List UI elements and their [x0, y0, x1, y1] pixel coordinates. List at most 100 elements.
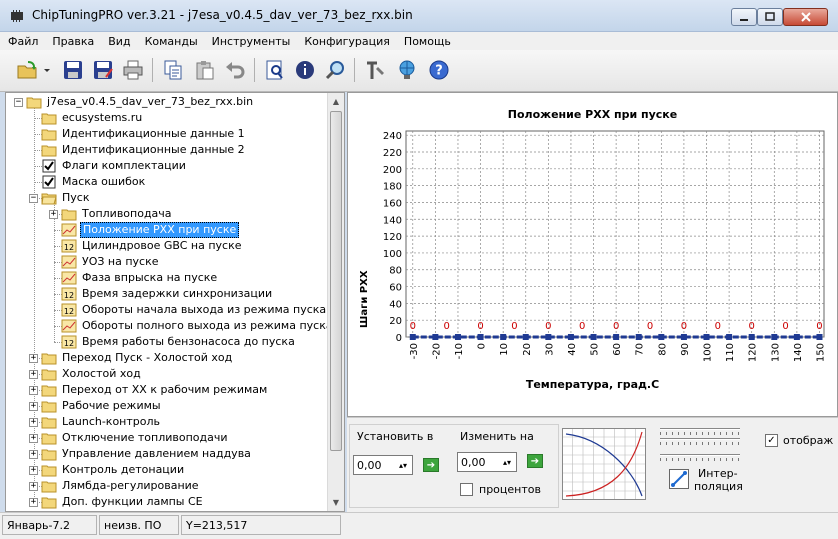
- interp-slider-2[interactable]: [660, 434, 740, 445]
- scroll-down-icon[interactable]: ▼: [328, 494, 344, 511]
- tools-button[interactable]: [362, 57, 388, 83]
- data-point[interactable]: [567, 334, 574, 340]
- data-point[interactable]: [545, 334, 552, 340]
- set-to-input[interactable]: 0,00 ▴▾: [353, 455, 413, 475]
- tree-item[interactable]: Фаза впрыска на пуске: [49, 270, 219, 286]
- chart-plot[interactable]: 020406080100120140160180200220240-30 -20-…: [348, 93, 837, 373]
- apply-set-button[interactable]: ➔: [423, 458, 439, 472]
- data-point[interactable]: [477, 334, 484, 340]
- apply-change-button[interactable]: ➔: [527, 454, 543, 468]
- expand-icon[interactable]: +: [29, 433, 38, 443]
- interp-slider-3[interactable]: [660, 450, 740, 461]
- interpolation-button[interactable]: [669, 469, 689, 489]
- data-point[interactable]: [680, 334, 687, 340]
- menu-edit[interactable]: Правка: [52, 35, 94, 48]
- interp-slider-1[interactable]: [660, 424, 740, 435]
- collapse-icon[interactable]: −: [14, 97, 23, 107]
- data-point[interactable]: [500, 334, 507, 340]
- info-button[interactable]: [292, 57, 318, 83]
- open-button[interactable]: [14, 57, 40, 83]
- display-checkbox[interactable]: ✓: [765, 434, 778, 447]
- menu-file[interactable]: Файл: [8, 35, 38, 48]
- save-as-button[interactable]: [90, 57, 116, 83]
- expand-icon[interactable]: +: [29, 385, 38, 395]
- data-point[interactable]: [793, 334, 800, 340]
- tree-item[interactable]: + Управление давлением наддува: [29, 446, 253, 462]
- network-button[interactable]: [394, 57, 420, 83]
- save-button[interactable]: [60, 57, 86, 83]
- data-point[interactable]: [409, 334, 416, 340]
- tree-item[interactable]: Флаги комплектации: [29, 158, 188, 174]
- data-point[interactable]: [590, 334, 597, 340]
- menu-commands[interactable]: Команды: [145, 35, 198, 48]
- tree-item[interactable]: + Переход Пуск - Холостой ход: [29, 350, 234, 366]
- tree-item[interactable]: + Переход от ХХ к рабочим режимам: [29, 382, 269, 398]
- collapse-icon[interactable]: −: [29, 193, 38, 203]
- tree-item[interactable]: Обороты полного выхода из режима пуска: [49, 318, 335, 334]
- tree-item[interactable]: + Холостой ход: [29, 366, 143, 382]
- data-point[interactable]: [748, 334, 755, 340]
- data-point[interactable]: [635, 334, 642, 340]
- expand-icon[interactable]: +: [49, 209, 58, 219]
- tree-item[interactable]: Идентификационные данные 1: [29, 126, 247, 142]
- expand-icon[interactable]: +: [29, 417, 38, 427]
- scroll-up-icon[interactable]: ▲: [328, 93, 344, 110]
- help-button[interactable]: ?: [426, 57, 452, 83]
- expand-icon[interactable]: +: [29, 449, 38, 459]
- expand-icon[interactable]: +: [29, 497, 38, 507]
- tree-item[interactable]: − Пуск: [29, 190, 91, 206]
- tree-item[interactable]: 12 Время задержки синхронизации: [49, 286, 274, 302]
- undo-button[interactable]: [222, 57, 248, 83]
- tree-item[interactable]: + Лямбда-регулирование: [29, 478, 201, 494]
- menu-view[interactable]: Вид: [108, 35, 130, 48]
- expand-icon[interactable]: +: [29, 465, 38, 475]
- tree-item[interactable]: 12 Время работы бензонасоса до пуска: [49, 334, 297, 350]
- spin-icon[interactable]: ▴▾: [500, 455, 514, 469]
- expand-icon[interactable]: +: [29, 353, 38, 363]
- close-button[interactable]: [783, 8, 828, 26]
- menu-tools[interactable]: Инструменты: [212, 35, 291, 48]
- menu-configuration[interactable]: Конфигурация: [304, 35, 390, 48]
- tree-item[interactable]: + Контроль детонации: [29, 462, 186, 478]
- copy-button[interactable]: [160, 57, 186, 83]
- data-point[interactable]: [771, 334, 778, 340]
- search-button[interactable]: [322, 57, 348, 83]
- tree-scrollbar[interactable]: ▲ ▼: [327, 93, 344, 511]
- paste-button[interactable]: [192, 57, 218, 83]
- data-point[interactable]: [726, 334, 733, 340]
- data-point[interactable]: [613, 334, 620, 340]
- compare-button[interactable]: [262, 57, 288, 83]
- tree-item[interactable]: + Рабочие режимы: [29, 398, 163, 414]
- tree-item[interactable]: ecusystems.ru: [29, 110, 144, 126]
- tree-item[interactable]: Маска ошибок: [29, 174, 147, 190]
- data-point[interactable]: [703, 334, 710, 340]
- scroll-thumb[interactable]: [330, 111, 342, 451]
- percent-checkbox[interactable]: [460, 483, 473, 496]
- data-point[interactable]: [432, 334, 439, 340]
- data-point[interactable]: [454, 334, 461, 340]
- tree-item[interactable]: 12 Обороты начала выхода из режима пуска: [49, 302, 328, 318]
- data-point[interactable]: [658, 334, 665, 340]
- expand-icon[interactable]: +: [29, 369, 38, 379]
- x-tick-label: 30: [544, 343, 555, 356]
- tree-item[interactable]: + Launch-контроль: [29, 414, 162, 430]
- maximize-button[interactable]: [757, 8, 783, 26]
- expand-icon[interactable]: +: [29, 481, 38, 491]
- tree-item[interactable]: + Отключение топливоподачи: [29, 430, 230, 446]
- tree-item[interactable]: + Доп. функции лампы СЕ: [29, 494, 205, 510]
- tree-item[interactable]: Идентификационные данные 2: [29, 142, 247, 158]
- tree-item[interactable]: УОЗ на пуске: [49, 254, 161, 270]
- change-by-input[interactable]: 0,00 ▴▾: [457, 452, 517, 472]
- tree-item[interactable]: Положение РХХ при пуске: [49, 222, 240, 238]
- open-dropdown-button[interactable]: [40, 57, 54, 83]
- data-point[interactable]: [816, 334, 823, 340]
- tree-item[interactable]: 12 Цилиндровое GBC на пуске: [49, 238, 244, 254]
- data-point[interactable]: [522, 334, 529, 340]
- tree-root[interactable]: − j7esa_v0.4.5_dav_ver_73_bez_rxx.bin: [14, 94, 255, 110]
- menu-help[interactable]: Помощь: [404, 35, 451, 48]
- minimize-button[interactable]: [731, 8, 757, 26]
- print-button[interactable]: [120, 57, 146, 83]
- expand-icon[interactable]: +: [29, 401, 38, 411]
- spin-icon[interactable]: ▴▾: [396, 458, 410, 472]
- tree-item[interactable]: + Топливоподача: [49, 206, 174, 222]
